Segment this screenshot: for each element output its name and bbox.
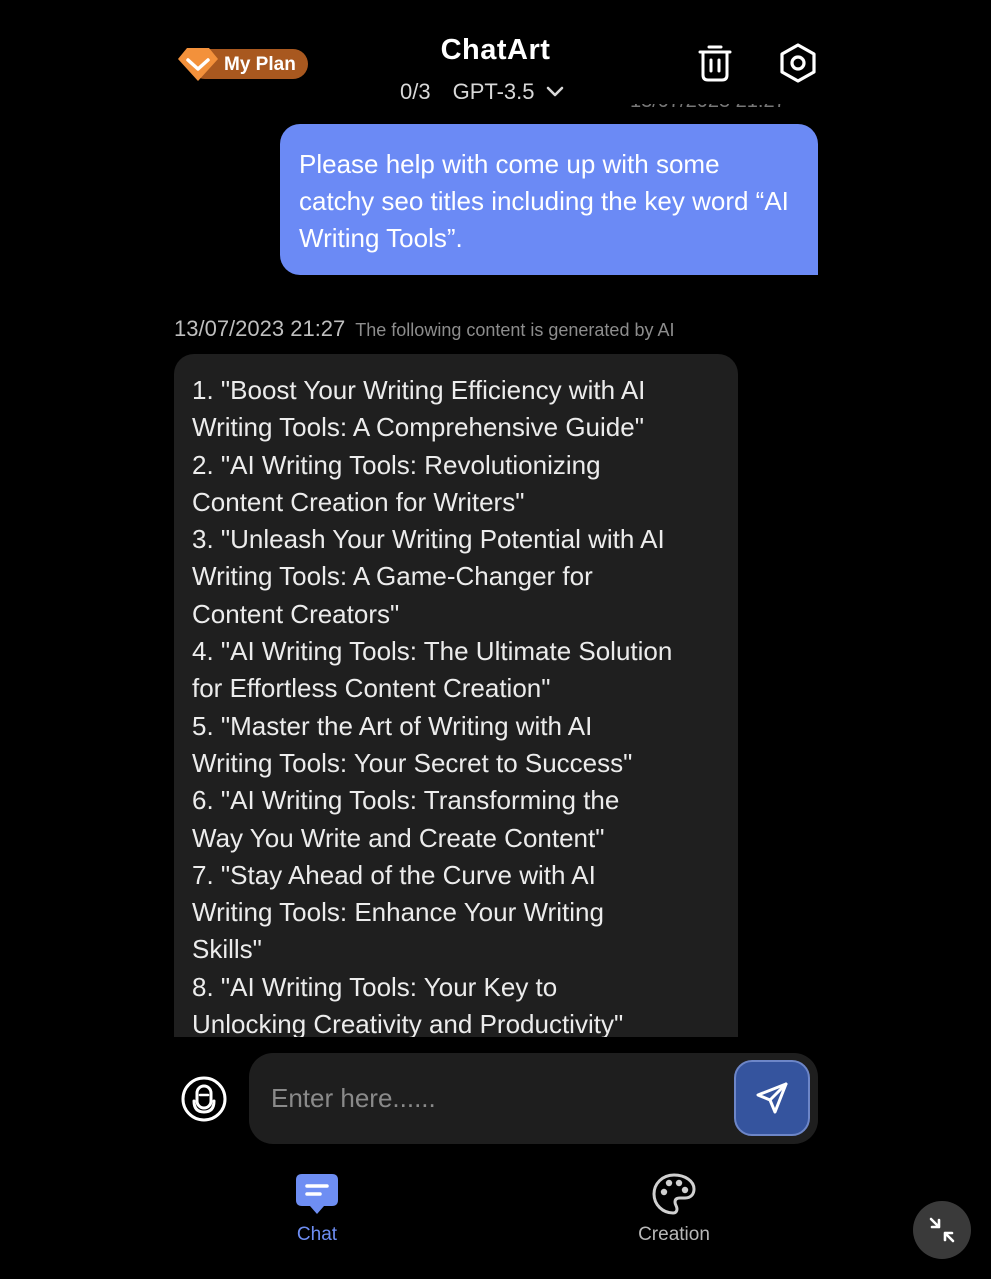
tab-chat[interactable]: Chat [247, 1172, 387, 1246]
collapse-icon [929, 1217, 955, 1243]
message-input[interactable] [271, 1075, 711, 1121]
previous-timestamp: 13/07/2023 21:27 [630, 104, 786, 113]
send-button[interactable] [734, 1060, 810, 1136]
ai-message-line: Writing Tools: A Comprehensive Guide" [192, 412, 644, 443]
settings-button[interactable] [775, 40, 821, 86]
ai-message-line: for Effortless Content Creation" [192, 673, 551, 704]
chevron-down-icon [546, 86, 563, 97]
model-bar: 0/3 GPT-3.5 [400, 78, 565, 106]
trash-icon [698, 45, 732, 82]
palette-icon [652, 1173, 696, 1215]
model-name: GPT-3.5 [452, 79, 535, 104]
ai-message-line: Writing Tools: Your Secret to Success" [192, 747, 633, 778]
ai-message-line: 6. "AI Writing Tools: Transforming the [192, 785, 620, 816]
ai-message-line: 1. "Boost Your Writing Efficiency with A… [192, 375, 646, 405]
chat-scroll-area[interactable]: 13/07/2023 21:27 Please help with come u… [0, 104, 991, 1037]
send-icon [756, 1082, 788, 1114]
ai-message-line: Content Creation for Writers" [192, 486, 525, 517]
ai-message-line: 4. "AI Writing Tools: The Ultimate Solut… [192, 636, 673, 667]
ai-message-line: 3. "Unleash Your Writing Potential with … [192, 524, 665, 555]
ai-message-line: Writing Tools: A Game-Changer for [192, 561, 593, 592]
ai-message-line: Unlocking Creativity and Productivity" [192, 1009, 624, 1037]
ai-message-line: 7. "Stay Ahead of the Curve with AI [192, 859, 596, 890]
message-input-container [249, 1053, 818, 1144]
tab-creation[interactable]: Creation [604, 1172, 744, 1246]
ai-message-line: Skills" [192, 934, 262, 965]
user-message-bubble: Please help with come up with some catch… [280, 124, 818, 275]
voice-input-button[interactable] [180, 1075, 228, 1123]
app-title: ChatArt [440, 34, 551, 66]
chat-bubble-icon [296, 1174, 338, 1214]
tab-creation-label: Creation [638, 1224, 710, 1245]
clear-chat-button[interactable] [692, 40, 738, 86]
chat-app: My Plan ChatArt 0/3 GPT-3.5 13/07/2023 2… [0, 0, 991, 1279]
ai-message-timestamp: 13/07/2023 21:27 [174, 316, 346, 341]
ai-message-line: Content Creators" [192, 598, 400, 629]
ai-message-meta: 13/07/2023 21:27 The following content i… [174, 316, 674, 342]
ai-message-line: 5. "Master the Art of Writing with AI [192, 710, 593, 741]
collapse-button[interactable] [913, 1201, 971, 1259]
ai-message-line: Writing Tools: Enhance Your Writing [192, 897, 604, 928]
ai-message-bubble: 1. "Boost Your Writing Efficiency with A… [174, 354, 738, 1037]
microphone-icon [181, 1076, 227, 1122]
ai-message-line: Way You Write and Create Content" [192, 822, 605, 853]
usage-quota: 0/3 [400, 79, 431, 104]
ai-message-line: 8. "AI Writing Tools: Your Key to [192, 971, 558, 1002]
model-selector[interactable]: GPT-3.5 [453, 79, 565, 105]
ai-message-line: 2. "AI Writing Tools: Revolutionizing [192, 449, 601, 480]
settings-icon [780, 43, 816, 83]
tab-chat-label: Chat [296, 1224, 338, 1245]
ai-generated-note: The following content is generated by AI [355, 320, 675, 340]
